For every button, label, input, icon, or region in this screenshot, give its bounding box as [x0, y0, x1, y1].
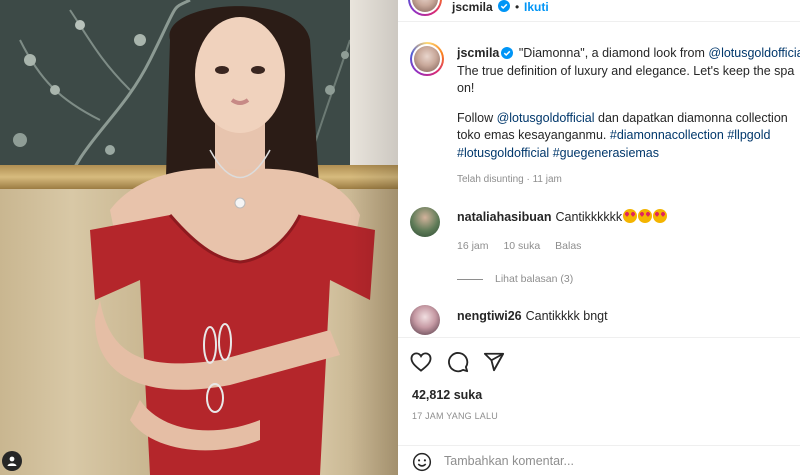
caption-text: dan dapatkan diamonna collection [594, 110, 788, 125]
mention-link[interactable]: @lotusgoldofficial [708, 46, 800, 60]
mention-link[interactable]: @lotusgoldofficial [497, 111, 595, 125]
follow-button[interactable]: Ikuti [524, 0, 549, 14]
post-actions: 42,812 suka 17 JAM YANG LALU [398, 337, 800, 475]
share-icon[interactable] [483, 351, 505, 373]
post-panel: jscmila • Ikuti jscmila "Diamonna", a di… [398, 0, 800, 475]
heart-icon[interactable] [410, 351, 432, 373]
caption-text: toko emas kesayanganmu. [457, 128, 610, 142]
comment-username[interactable]: nataliahasibuan [457, 210, 551, 224]
likes-count[interactable]: 42,812 suka [412, 388, 482, 402]
hashtag-link[interactable]: #llpgold [727, 128, 770, 142]
comment-time: 16 jam [457, 240, 489, 252]
replies-divider [457, 278, 483, 280]
photo-shade [350, 0, 398, 475]
comment-input[interactable] [444, 450, 784, 472]
commenter-avatar[interactable] [410, 305, 440, 335]
commenter-avatar[interactable] [410, 207, 440, 237]
verified-badge-icon [498, 0, 510, 12]
reply-button[interactable]: Balas [555, 240, 581, 252]
person-figure [90, 6, 375, 475]
post-photo[interactable] [0, 0, 398, 475]
caption-author-avatar[interactable] [410, 42, 444, 76]
caption-text: Follow [457, 110, 497, 125]
heart-eyes-emoji-icon [623, 209, 638, 223]
heart-eyes-emoji-icon [653, 209, 668, 223]
verified-badge-icon [501, 47, 514, 59]
caption-text: "Diamonna", a diamond look from [515, 46, 709, 60]
hashtag-link[interactable]: #guegenerasiemas [553, 146, 659, 160]
comment-icon[interactable] [447, 351, 469, 373]
post-header: jscmila • Ikuti [398, 0, 800, 22]
caption-text: The true definition of luxury and elegan… [457, 63, 795, 78]
post-time-ago: 17 JAM YANG LALU [412, 411, 498, 421]
comment-text: Cantikkkk bngt [525, 309, 608, 323]
heart-eyes-emoji-icon [638, 209, 653, 223]
author-username[interactable]: jscmila [452, 0, 493, 14]
comment-meta: 16 jam 10 suka Balas [457, 240, 593, 252]
view-replies-label: Lihat balasan (3) [495, 273, 574, 285]
hashtag-link[interactable]: #diamonnacollection [610, 128, 724, 142]
comment-item: nengtiwi26 Cantikkkk bngt [457, 309, 608, 323]
view-replies-button[interactable]: Lihat balasan (3) [457, 273, 573, 285]
comment-username[interactable]: nengtiwi26 [457, 309, 522, 323]
tagged-user-icon[interactable] [2, 451, 22, 471]
edited-timestamp: Telah disunting · 11 jam [457, 174, 562, 185]
comment-text: Cantikkkkkk [555, 210, 623, 224]
header-separator: • [515, 0, 520, 14]
comment-likes[interactable]: 10 suka [503, 240, 540, 252]
caption-text: on! [457, 81, 475, 95]
author-avatar[interactable] [408, 0, 442, 16]
post-caption: jscmila "Diamonna", a diamond look from … [457, 45, 800, 162]
comment-box [398, 445, 800, 475]
caption-username[interactable]: jscmila [457, 46, 499, 60]
emoji-icon[interactable] [412, 452, 432, 472]
hashtag-link[interactable]: #lotusgoldofficial [457, 146, 549, 160]
comment-item: nataliahasibuan Cantikkkkkk [457, 209, 668, 224]
